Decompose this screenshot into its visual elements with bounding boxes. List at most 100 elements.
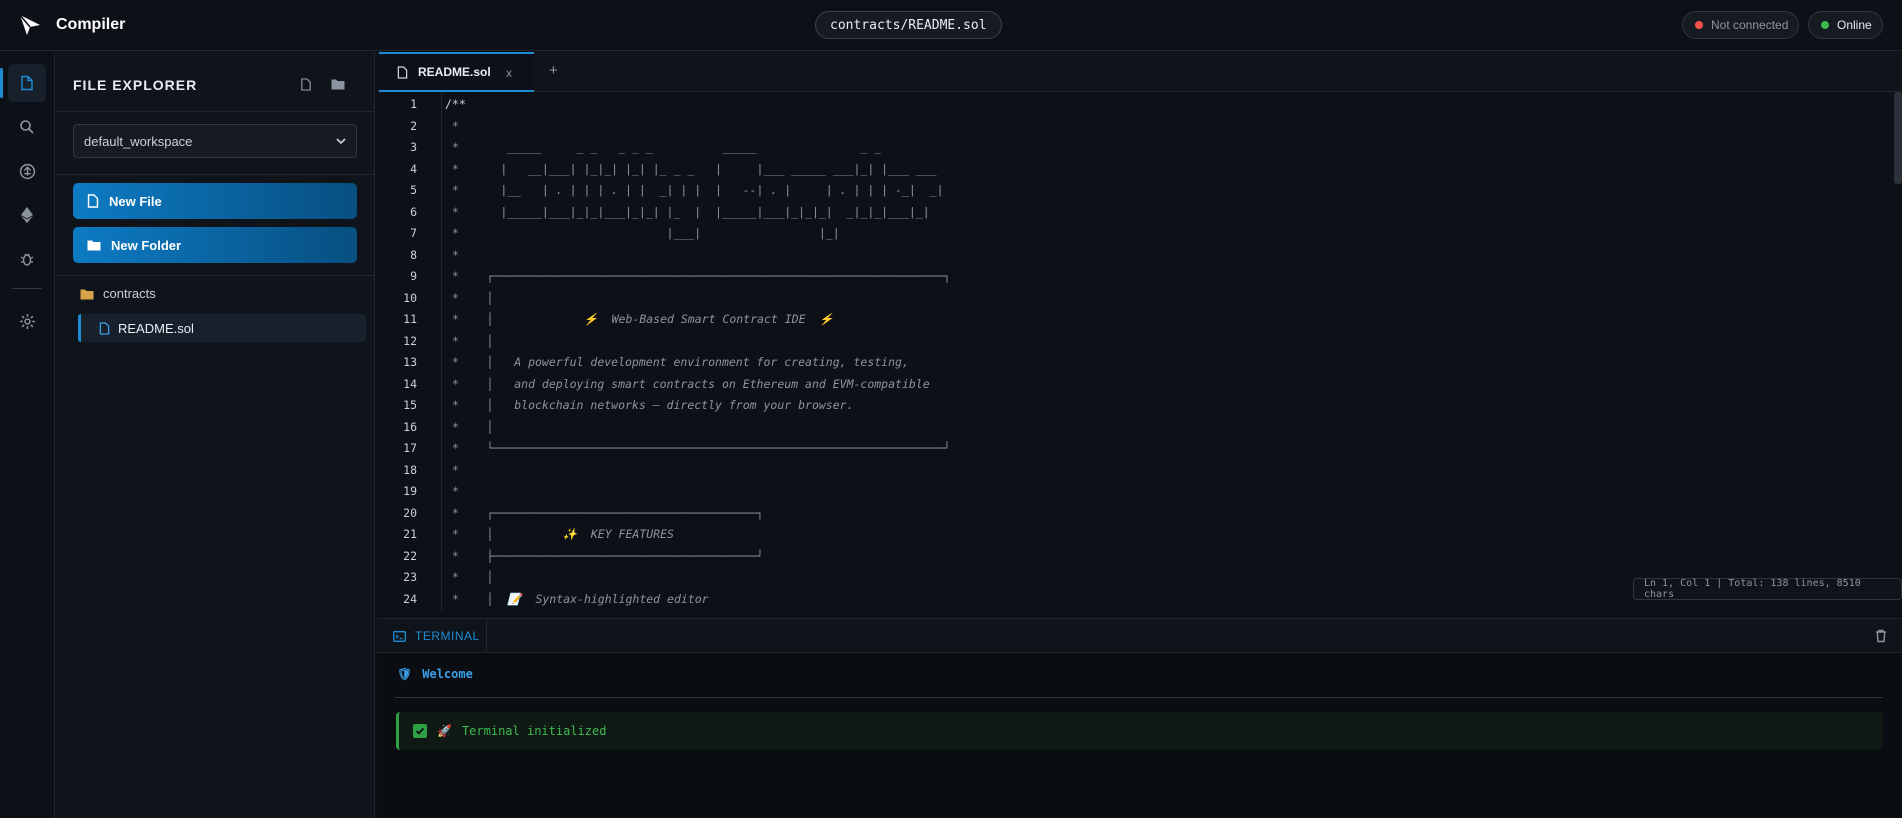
code-line: * └─────────────────────────────────────…	[445, 441, 951, 455]
line-number: 19	[403, 484, 417, 498]
new-folder-label: New Folder	[111, 237, 182, 253]
line-number: 4	[410, 161, 417, 176]
code-editor[interactable]: 1 2 3 4 5 6 7 8 9 10 11 12 13 14 15 16 17 18 19 20 21 22 23 24 …	[377, 92, 1902, 612]
brand-name: Compiler	[56, 16, 126, 33]
terminal-icon	[393, 630, 406, 642]
chevron-down-icon	[336, 137, 346, 144]
code-line: * | __|___| |_|_| |_| |_ _ _ | |___ ____…	[445, 161, 937, 176]
workspace-select[interactable]: default_workspace	[73, 124, 357, 158]
file-explorer-panel: FILE EXPLORER default_workspace New File…	[56, 52, 375, 818]
ethereum-icon	[21, 207, 33, 223]
gear-icon	[19, 313, 35, 329]
wallet-status-badge[interactable]: Not connected	[1682, 11, 1800, 39]
activity-file-explorer[interactable]	[0, 64, 46, 102]
tree-folder-contracts[interactable]: contracts	[80, 286, 156, 301]
add-tab-button[interactable]: +	[549, 62, 558, 79]
folder-label: contracts	[103, 286, 156, 301]
brand: Compiler	[0, 13, 400, 37]
code-line: * |___| |_|	[445, 226, 840, 240]
activity-debugger[interactable]	[8, 240, 46, 278]
code-line: * │	[445, 570, 494, 584]
code-line: * ┌─────────────────────────────────────…	[445, 505, 764, 520]
line-number: 8	[410, 247, 417, 262]
panel-divider	[56, 174, 375, 175]
code-line: *	[445, 462, 459, 477]
compiler-icon	[19, 163, 35, 179]
file-icon	[87, 194, 99, 208]
terminal-panel: TERMINAL 🛡 Welcome 🚀 Terminal initialize…	[377, 618, 1902, 818]
search-icon	[20, 120, 34, 134]
log-text: Terminal initialized	[461, 724, 607, 738]
panel-title: FILE EXPLORER	[73, 77, 198, 93]
current-file-path: contracts/README.sol	[815, 11, 1002, 39]
create-folder-button[interactable]	[326, 72, 350, 96]
terminal-divider	[395, 697, 1883, 698]
code-line: * _____ _ _ _ _ _ _____ _ _	[445, 140, 882, 154]
code-line: * │	[445, 333, 494, 348]
tab-terminal[interactable]: TERMINAL	[379, 619, 487, 653]
line-gutter: 1 2 3 4 5 6 7 8 9 10 11 12 13 14 15 16 17 18 19 20 21 22 23 24	[377, 92, 442, 612]
line-number: 22	[403, 548, 417, 563]
tab-label: README.sol	[418, 65, 491, 79]
file-label: README.sol	[118, 320, 194, 336]
code-line: *	[445, 247, 459, 262]
code-line: *	[445, 484, 459, 498]
line-number: 12	[403, 333, 417, 348]
code-line: * │ blockchain networks — directly from …	[445, 398, 854, 412]
bug-icon	[20, 253, 34, 266]
editor-scrollbar[interactable]	[1894, 92, 1902, 184]
panel-divider	[56, 111, 375, 112]
trash-icon[interactable]	[1874, 629, 1888, 643]
new-file-button[interactable]: New File	[73, 183, 357, 219]
panel-divider	[56, 275, 375, 276]
code-line: *	[445, 118, 459, 133]
line-number: 14	[403, 376, 417, 391]
code-line: * │ 📝 Syntax-highlighted editor	[445, 591, 709, 606]
folder-icon	[80, 289, 94, 299]
line-number: 18	[403, 462, 417, 477]
code-line: * │ and deploying smart contracts on Eth…	[445, 376, 930, 391]
editor-area: README.sol x + 1 2 3 4 5 6 7 8 9 10 11 12 13 14 15 16 17…	[377, 52, 1902, 617]
line-number: 11	[403, 312, 417, 326]
new-file-label: New File	[109, 193, 162, 209]
new-folder-icon	[331, 79, 345, 90]
terminal-tabbar: TERMINAL	[377, 619, 1902, 653]
code-line: * |_____|___|_|_|___|_|_| |_ | |_____|__…	[445, 204, 930, 219]
new-file-icon	[301, 77, 311, 91]
line-number: 7	[410, 226, 417, 240]
tab-close-button[interactable]: x	[506, 66, 512, 80]
top-header: Compiler contracts/README.sol Not connec…	[0, 0, 1902, 51]
line-number: 9	[410, 269, 417, 283]
code-line: * ├─────────────────────────────────────…	[445, 548, 764, 563]
new-folder-button[interactable]: New Folder	[73, 227, 357, 263]
code-line: * │	[445, 419, 494, 434]
line-number: 21	[403, 527, 417, 541]
line-number: 17	[403, 441, 417, 455]
code-line: * │ A powerful development environment f…	[445, 355, 909, 369]
network-status-badge[interactable]: Online	[1808, 11, 1883, 39]
brand-logo-icon	[19, 14, 40, 35]
tab-readme[interactable]: README.sol x	[379, 52, 534, 92]
line-number: 2	[410, 118, 417, 133]
terminal-tab-label: TERMINAL	[415, 629, 480, 643]
folder-icon	[87, 240, 101, 251]
activity-compiler[interactable]	[8, 152, 46, 190]
code-line: * │ ⚡ Web-Based Smart Contract IDE ⚡	[445, 312, 834, 326]
activity-search[interactable]	[8, 108, 46, 146]
line-number: 1	[410, 97, 417, 111]
shield-icon: 🛡	[397, 667, 413, 681]
code-line: * │	[445, 290, 494, 305]
line-number: 5	[410, 183, 417, 197]
code-line: * |__ | . | | | . | | _| | | | --| . | |…	[445, 183, 944, 197]
activity-deploy[interactable]	[8, 196, 46, 234]
line-number: 3	[410, 140, 417, 154]
workspace-select-value: default_workspace	[84, 133, 193, 149]
rocket-icon: 🚀	[437, 724, 452, 738]
online-dot-icon	[1821, 21, 1829, 29]
offline-dot-icon	[1695, 21, 1703, 29]
activity-settings[interactable]	[8, 302, 46, 340]
create-file-button[interactable]	[294, 72, 318, 96]
tree-file-readme[interactable]: README.sol	[78, 314, 366, 342]
code-line: * ┌─────────────────────────────────────…	[445, 269, 951, 283]
terminal-welcome: 🛡 Welcome	[397, 667, 473, 681]
